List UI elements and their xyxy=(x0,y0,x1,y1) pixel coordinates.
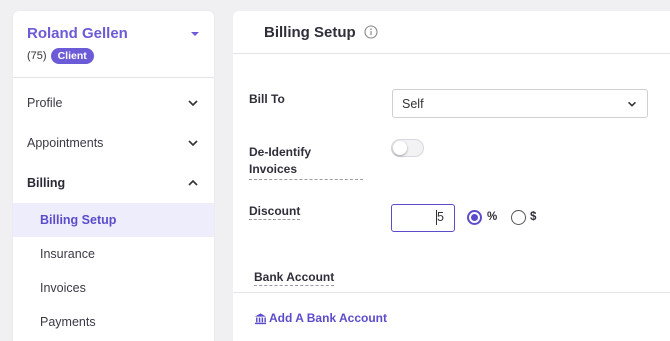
sidebar-subitem-billing-setup[interactable]: Billing Setup xyxy=(13,203,214,237)
client-header: Roland Gellen (75) Client xyxy=(13,11,214,78)
sidebar-item-profile[interactable]: Profile xyxy=(13,83,214,123)
sidebar-subitem-invoices[interactable]: Invoices xyxy=(13,271,214,305)
add-bank-account-label: Add A Bank Account xyxy=(269,311,388,325)
dollar-label: $ xyxy=(530,211,537,223)
percent-radio[interactable] xyxy=(467,210,482,225)
bank-account-section: Bank Account xyxy=(233,269,670,293)
deidentify-label-line2: Invoices xyxy=(249,161,363,180)
client-meta: (75) Client xyxy=(27,48,214,64)
sidebar-subitem-payments[interactable]: Payments xyxy=(13,305,214,339)
deidentify-label-line1: De-Identify xyxy=(249,145,312,159)
chevron-up-icon xyxy=(188,179,198,186)
sidebar-item-label: Profile xyxy=(27,96,63,110)
sidebar-item-label: Appointments xyxy=(27,136,104,150)
sidebar-item-label: Billing xyxy=(27,176,66,190)
chevron-down-icon xyxy=(628,101,636,107)
page-title: Billing Setup xyxy=(264,23,356,41)
client-count: (75) xyxy=(27,50,47,62)
main-panel: Billing Setup Bill To Self De-Identify I… xyxy=(233,11,670,341)
deidentify-toggle[interactable] xyxy=(391,139,424,157)
client-badge: Client xyxy=(50,48,94,64)
sidebar-subitem-insurance[interactable]: Insurance xyxy=(13,237,214,271)
deidentify-label: De-Identify Invoices xyxy=(249,144,363,180)
add-bank-account-link[interactable]: Add A Bank Account xyxy=(254,311,387,325)
discount-label: Discount xyxy=(249,204,301,220)
main-header: Billing Setup xyxy=(233,11,670,54)
percent-label: % xyxy=(487,211,498,223)
sidebar-item-billing[interactable]: Billing xyxy=(13,163,214,203)
chevron-down-icon xyxy=(188,140,198,147)
sidebar-item-appointments[interactable]: Appointments xyxy=(13,123,214,163)
bank-account-label: Bank Account xyxy=(254,270,335,286)
client-name[interactable]: Roland Gellen xyxy=(27,25,214,42)
bank-icon xyxy=(254,312,267,324)
discount-value: 5 xyxy=(437,210,444,224)
bill-to-select[interactable]: Self xyxy=(392,89,648,118)
bill-to-label: Bill To xyxy=(249,92,285,106)
info-icon[interactable] xyxy=(364,25,378,39)
toggle-knob xyxy=(393,141,407,155)
sidebar: Roland Gellen (75) Client Profile Appoin… xyxy=(13,11,214,341)
bill-to-value: Self xyxy=(402,96,424,111)
caret-down-icon[interactable] xyxy=(191,32,199,36)
dollar-radio[interactable] xyxy=(511,210,526,225)
chevron-down-icon xyxy=(188,100,198,107)
discount-input[interactable]: 5 xyxy=(391,204,455,232)
